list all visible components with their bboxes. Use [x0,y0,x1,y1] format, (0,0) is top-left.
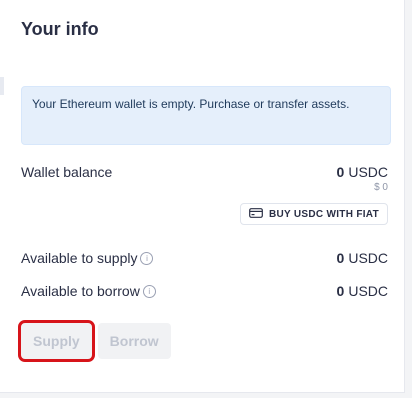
your-info-panel: Your info Your Ethereum wallet is empty.… [0,0,405,393]
info-icon[interactable]: i [142,284,156,298]
supply-button[interactable]: Supply [18,320,95,362]
available-to-borrow-value: 0 USDC [337,283,388,299]
empty-wallet-alert: Your Ethereum wallet is empty. Purchase … [21,86,391,145]
available-to-borrow-text: Available to borrow [21,283,140,299]
info-icon[interactable]: i [140,251,154,265]
card-icon [249,207,263,221]
available-to-supply-value: 0 USDC [337,250,388,266]
available-to-borrow-currency: USDC [348,283,388,299]
wallet-balance-value: 0 USDC [337,164,388,180]
buy-usdc-with-fiat-button[interactable]: BUY USDC WITH FIAT [239,203,388,225]
available-to-borrow-amount: 0 [336,283,345,299]
available-to-supply-currency: USDC [348,250,388,266]
wallet-balance-currency: USDC [348,164,388,180]
available-to-borrow-label: Available to borrow i [21,283,156,299]
borrow-button[interactable]: Borrow [97,323,171,359]
available-to-supply-text: Available to supply [21,250,138,266]
side-tab [0,77,4,95]
available-to-supply-amount: 0 [336,250,345,266]
wallet-balance-amount: 0 [336,164,345,180]
available-to-supply-label: Available to supply i [21,250,154,266]
alert-text: Your Ethereum wallet is empty. Purchase … [32,97,350,111]
wallet-balance-label: Wallet balance [21,164,113,180]
action-buttons: Supply Borrow [18,320,171,362]
wallet-balance-fiat: $ 0 [374,182,388,193]
panel-title: Your info [21,19,99,39]
buy-button-label: BUY USDC WITH FIAT [268,208,379,220]
